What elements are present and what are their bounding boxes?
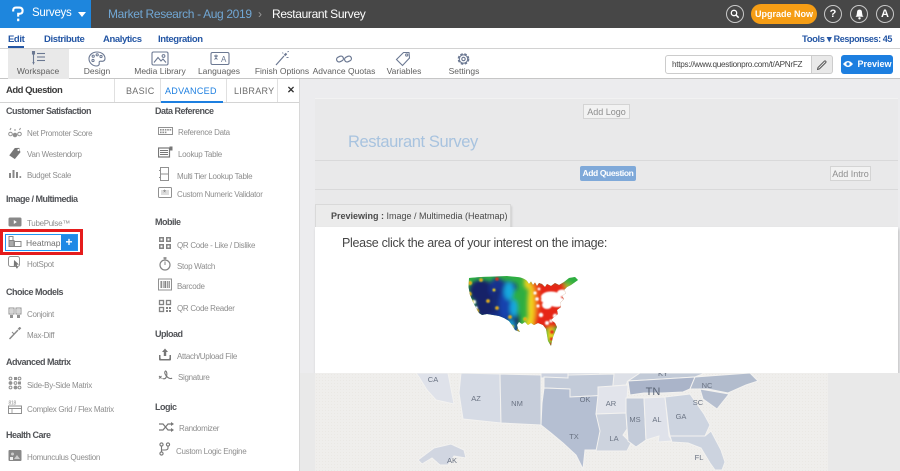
svg-text:AR: AR xyxy=(606,399,617,408)
svg-text:KY: KY xyxy=(658,373,668,378)
svg-text:AZ: AZ xyxy=(471,394,481,403)
svg-text:CA: CA xyxy=(428,375,438,384)
svg-text:FL: FL xyxy=(695,453,704,462)
svg-text:AK: AK xyxy=(447,456,457,465)
svg-text:MS: MS xyxy=(629,415,640,424)
svg-text:NC: NC xyxy=(702,381,713,390)
svg-text:OK: OK xyxy=(580,395,591,404)
svg-text:*: * xyxy=(163,189,166,198)
svg-text:LA: LA xyxy=(609,434,618,443)
svg-text:SC: SC xyxy=(693,398,704,407)
svg-text:TX: TX xyxy=(569,432,579,441)
svg-text:AL: AL xyxy=(652,415,661,424)
svg-text:TN: TN xyxy=(646,386,661,398)
svg-text:GA: GA xyxy=(676,412,687,421)
svg-text:NM: NM xyxy=(511,399,523,408)
svg-text:A: A xyxy=(221,55,227,64)
